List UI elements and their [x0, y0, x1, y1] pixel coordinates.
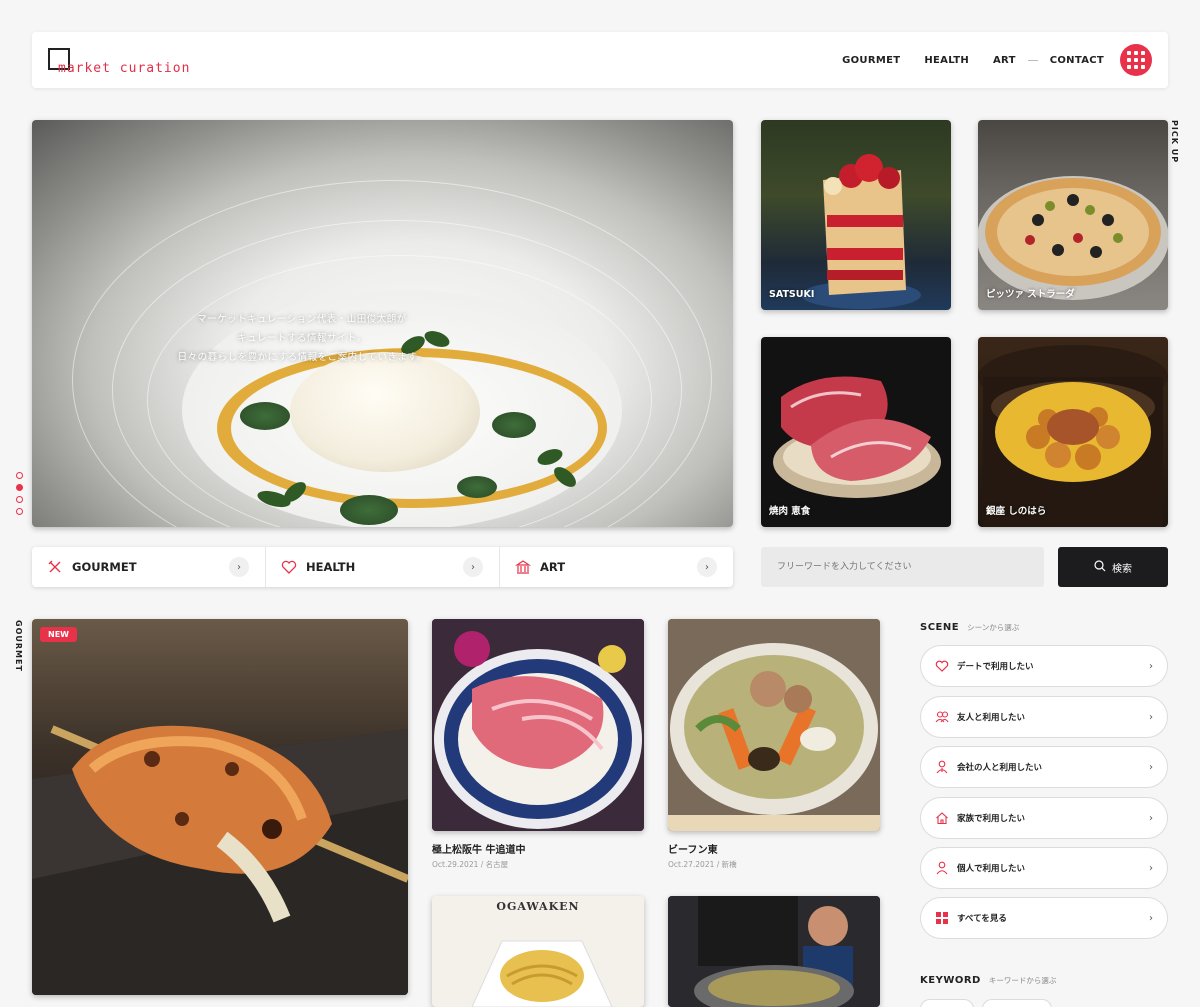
article-card-image[interactable]: [432, 619, 644, 831]
section-title-gourmet: GOURMET: [14, 620, 23, 672]
category-gourmet[interactable]: GOURMET ›: [32, 547, 266, 587]
keyword-title: KEYWORD: [920, 975, 981, 986]
nav-divider: [1027, 59, 1038, 61]
museum-icon: [514, 558, 532, 576]
scene-item-label: すべてを見る: [957, 914, 1007, 924]
pickup-card-shinohara[interactable]: 銀座 しのはら: [978, 337, 1168, 527]
article-card-image[interactable]: [668, 619, 880, 831]
search-input[interactable]: [761, 547, 1044, 587]
scene-header: SCENE シーンから選ぶ: [920, 622, 1019, 633]
pickup-label: 銀座 しのはら: [986, 506, 1047, 517]
nav-health[interactable]: HEALTH: [924, 55, 969, 66]
feature-article[interactable]: NEW: [32, 619, 408, 995]
grid-menu-button[interactable]: [1120, 44, 1152, 76]
montblanc-image: [471, 940, 613, 1007]
yakitori-image: [32, 725, 408, 995]
house-icon: [935, 811, 949, 825]
category-health[interactable]: HEALTH ›: [266, 547, 500, 587]
scene-item-date[interactable]: デートで利用したい ›: [920, 645, 1168, 687]
keyword-header: KEYWORD キーワードから選ぶ: [920, 975, 1056, 986]
scene-item-solo[interactable]: 個人で利用したい ›: [920, 847, 1168, 889]
search-icon: [1094, 559, 1106, 575]
logo-text: market curation: [58, 61, 191, 76]
slider-dots: [16, 472, 23, 515]
hero-slider[interactable]: マーケットキュレーション代表・山田俊太朗が キュレートする情報サイト。 日々の暮…: [32, 120, 733, 527]
cake-image: [801, 154, 921, 309]
grid-icon: [935, 911, 949, 925]
article-card-meta: Oct.27.2021 / 新橋: [668, 860, 737, 869]
scene-item-friends[interactable]: 友人と利用したい ›: [920, 696, 1168, 738]
category-bar: GOURMET › HEALTH › ART ›: [32, 547, 733, 587]
soup-bowl-image: [668, 619, 880, 831]
search-button[interactable]: 検索: [1058, 547, 1168, 587]
chevron-right-icon: ›: [1149, 912, 1153, 924]
article-card-image[interactable]: OGAWAKEN: [432, 896, 644, 1007]
pickup-label: 焼肉 恵食: [769, 506, 811, 517]
person-icon: [935, 861, 949, 875]
keyword-chip[interactable]: [982, 999, 1052, 1007]
scene-item-label: 会社の人と利用したい: [957, 763, 1043, 773]
cream-dollop: [290, 352, 480, 472]
pickup-card-pizza[interactable]: ピッツァ ストラーダ: [978, 120, 1168, 310]
scene-item-colleagues[interactable]: 会社の人と利用したい ›: [920, 746, 1168, 788]
person-tie-icon: [935, 760, 949, 774]
keyword-chip[interactable]: [920, 999, 974, 1007]
category-label: ART: [540, 560, 566, 574]
category-label: GOURMET: [72, 560, 137, 574]
article-card-title[interactable]: ビーフン東: [668, 841, 718, 856]
pickup-card-satsuki[interactable]: SATSUKI: [761, 120, 951, 310]
canned-food-image: [668, 896, 880, 1007]
slider-dot[interactable]: [16, 472, 23, 479]
site-header: market curation GOURMET HEALTH ART CONTA…: [32, 32, 1168, 88]
chevron-right-icon: ›: [1149, 761, 1153, 773]
grid-menu-icon: [1127, 51, 1131, 55]
chevron-right-icon: ›: [1149, 660, 1153, 672]
nav-gourmet[interactable]: GOURMET: [842, 55, 900, 66]
category-label: HEALTH: [306, 560, 356, 574]
scene-item-label: 個人で利用したい: [957, 864, 1026, 874]
article-card-image[interactable]: [668, 896, 880, 1007]
scene-item-label: 友人と利用したい: [957, 713, 1026, 723]
fork-knife-icon: [46, 558, 64, 576]
category-art[interactable]: ART ›: [500, 547, 733, 587]
pizza-image: [978, 176, 1168, 300]
chevron-right-icon: ›: [1149, 711, 1153, 723]
heart-icon: [280, 558, 298, 576]
rice-pot-image: [978, 345, 1168, 527]
scene-item-label: デートで利用したい: [957, 662, 1034, 672]
scene-title: SCENE: [920, 622, 960, 633]
beef-image: [773, 376, 941, 498]
pickup-title: PICK UP: [1170, 120, 1179, 164]
keyword-subtitle: キーワードから選ぶ: [988, 976, 1057, 985]
scene-subtitle: シーンから選ぶ: [967, 623, 1020, 632]
scene-item-all[interactable]: すべてを見る ›: [920, 897, 1168, 939]
pickup-label: SATSUKI: [769, 289, 815, 300]
new-badge: NEW: [40, 627, 77, 642]
hero-caption: マーケットキュレーション代表・山田俊太朗が キュレートする情報サイト。 日々の暮…: [177, 314, 427, 363]
search-button-label: 検索: [1112, 563, 1132, 575]
friends-icon: [935, 710, 949, 724]
beef-platter-image: [432, 619, 644, 831]
chevron-right-icon: ›: [463, 557, 483, 577]
article-card-meta: Oct.29.2021 / 名古屋: [432, 860, 509, 869]
pickup-label: ピッツァ ストラーダ: [986, 289, 1075, 300]
scene-item-label: 家族で利用したい: [957, 814, 1026, 824]
slider-dot-active[interactable]: [16, 484, 23, 491]
pickup-card-yakiniku[interactable]: 焼肉 恵食: [761, 337, 951, 527]
chevron-right-icon: ›: [1149, 812, 1153, 824]
chevron-right-icon: ›: [229, 557, 249, 577]
scene-item-family[interactable]: 家族で利用したい ›: [920, 797, 1168, 839]
article-card-title[interactable]: 極上松阪牛 牛追道中: [432, 841, 525, 856]
nav-art[interactable]: ART: [993, 55, 1016, 66]
main-nav: GOURMET HEALTH ART CONTACT: [842, 32, 1104, 88]
slider-dot[interactable]: [16, 508, 23, 515]
site-logo[interactable]: market curation: [48, 48, 189, 76]
slider-dot[interactable]: [16, 496, 23, 503]
chevron-right-icon: ›: [1149, 862, 1153, 874]
chevron-right-icon: ›: [697, 557, 717, 577]
heart-icon: [935, 659, 949, 673]
nav-contact[interactable]: CONTACT: [1050, 55, 1104, 66]
